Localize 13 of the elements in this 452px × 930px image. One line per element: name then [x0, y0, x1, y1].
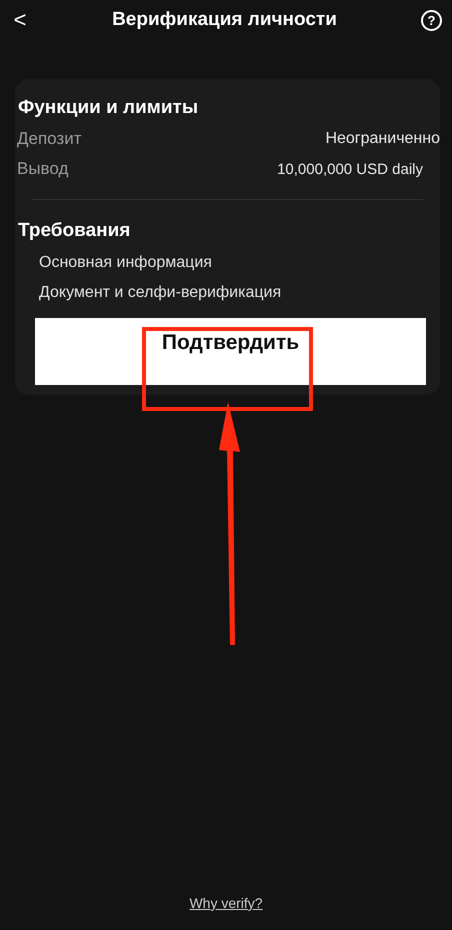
why-verify-link[interactable]: Why verify? [189, 895, 263, 911]
section-title: Требования [17, 220, 132, 242]
confirm-button[interactable]: Подтвердить [35, 318, 426, 385]
requirement-item: Основная информация [38, 254, 213, 272]
help-button[interactable]: ? [420, 10, 442, 30]
back-button[interactable]: < [12, 7, 28, 33]
limit-label: Депозит [17, 129, 82, 149]
limit-label: Вывод [17, 159, 68, 179]
page-title: Верификация личности [112, 9, 337, 31]
requirement-item: Документ и селфи-верификация [38, 284, 282, 302]
limit-value: Неограниченно [325, 130, 440, 148]
section-title: Функции и лимиты [17, 97, 200, 119]
limit-value: 10,000,000 USD daily [277, 160, 424, 178]
